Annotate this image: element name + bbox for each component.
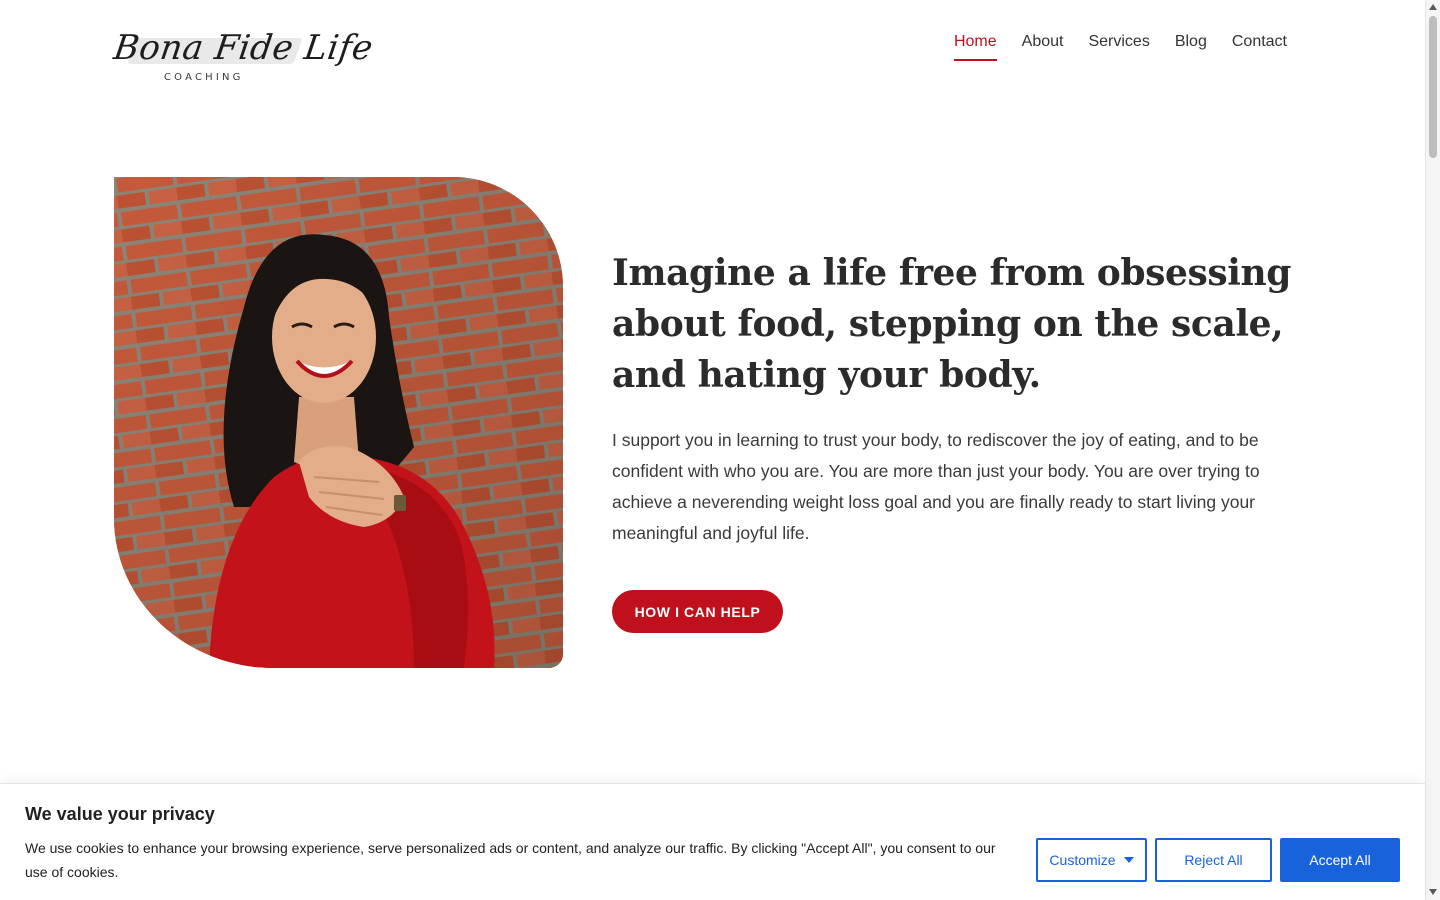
nav-item-services[interactable]: Services bbox=[1088, 32, 1149, 62]
cookie-consent-banner: We value your privacy We use cookies to … bbox=[0, 783, 1425, 900]
scroll-up-arrow-icon[interactable] bbox=[1429, 4, 1437, 10]
site-header: Bona Fide Life COACHING Home About Servi… bbox=[0, 0, 1426, 100]
nav-item-about[interactable]: About bbox=[1022, 32, 1064, 62]
customize-button-label: Customize bbox=[1049, 852, 1116, 868]
customize-button[interactable]: Customize bbox=[1036, 838, 1147, 882]
page-scrollbar[interactable] bbox=[1425, 0, 1440, 900]
cookie-banner-text: We use cookies to enhance your browsing … bbox=[25, 840, 996, 880]
scroll-down-arrow-icon[interactable] bbox=[1429, 889, 1437, 895]
accept-all-button[interactable]: Accept All bbox=[1280, 838, 1400, 882]
hero-text-block: Imagine a life free from obsessing about… bbox=[612, 248, 1322, 549]
hero-title: Imagine a life free from obsessing about… bbox=[612, 252, 1292, 396]
nav-item-blog[interactable]: Blog bbox=[1175, 32, 1207, 62]
nav-item-home[interactable]: Home bbox=[953, 32, 997, 62]
logo-script-text: Bona Fide Life bbox=[111, 28, 376, 68]
caret-down-icon bbox=[1123, 857, 1134, 863]
hero-portrait-image bbox=[114, 177, 563, 668]
reject-all-button[interactable]: Reject All bbox=[1155, 838, 1272, 882]
site-logo[interactable]: Bona Fide Life COACHING bbox=[111, 28, 375, 88]
main-nav: Home About Services Blog Contact bbox=[929, 32, 1287, 62]
nav-item-contact[interactable]: Contact bbox=[1232, 32, 1287, 62]
logo-subtitle: COACHING bbox=[164, 72, 244, 83]
how-i-can-help-button[interactable]: HOW I CAN HELP bbox=[612, 590, 783, 633]
scrollbar-thumb[interactable] bbox=[1429, 16, 1437, 158]
hero-body-text: I support you in learning to trust your … bbox=[612, 430, 1260, 543]
cookie-banner-title: We value your privacy bbox=[25, 804, 215, 824]
